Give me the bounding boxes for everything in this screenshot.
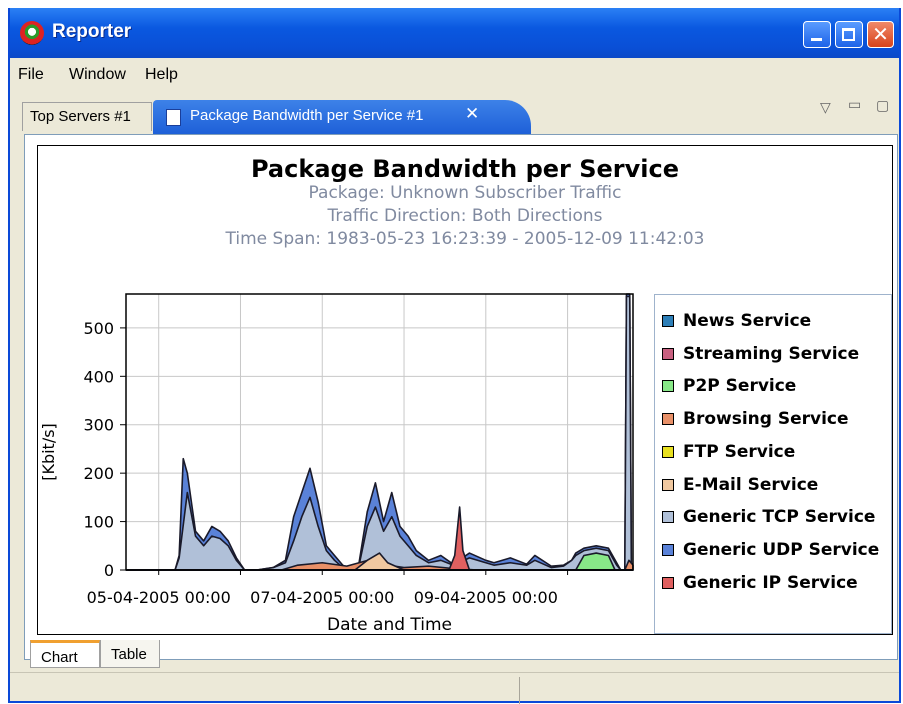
area-chart: 0 100 200 300 400 500 05-04-2005 00:00 07-04-20…: [39, 293, 634, 635]
close-window-button[interactable]: ✕: [867, 21, 894, 48]
tab-label: Chart: [41, 649, 78, 666]
maximize-view-icon[interactable]: ▢: [876, 98, 889, 114]
x-axis-label: Date and Time: [327, 615, 452, 635]
close-tab-icon[interactable]: ✕: [465, 104, 479, 124]
chart-legend: News Service Streaming Service P2P Service…: [654, 294, 892, 634]
legend-label: FTP Service: [683, 441, 796, 462]
maximize-button[interactable]: [835, 21, 863, 48]
legend-swatch: [662, 511, 674, 524]
y-tick-label: 400: [83, 367, 114, 386]
view-menu-icon[interactable]: ▽: [820, 100, 831, 116]
y-tick-label: 0: [104, 561, 114, 580]
editor-tab-row: Top Servers #1 Package Bandwidth per Ser…: [10, 92, 899, 134]
legend-swatch: [662, 347, 674, 360]
x-tick-label: 07-04-2005 00:00: [250, 588, 394, 607]
legend-swatch: [662, 380, 674, 393]
tab-label: Table: [111, 646, 147, 663]
maximize-icon: [836, 22, 862, 47]
y-tick-label: 200: [83, 464, 114, 483]
tab-label: Package Bandwidth per Service #1: [190, 107, 424, 124]
legend-label: P2P Service: [683, 376, 797, 397]
tab-top-servers[interactable]: Top Servers #1: [22, 102, 152, 131]
legend-swatch: [662, 413, 674, 426]
tab-chart[interactable]: Chart: [30, 640, 100, 668]
legend-label: E-Mail Service: [683, 474, 819, 495]
view-tabs: Chart Table: [24, 640, 898, 670]
title-bar[interactable]: Reporter ✕: [10, 8, 899, 58]
window-title: Reporter: [52, 21, 132, 42]
y-tick-label: 500: [83, 319, 114, 338]
y-axis-label: [Kbit/s]: [39, 423, 58, 481]
y-tick-label: 100: [83, 513, 114, 532]
minimize-icon: [804, 22, 830, 47]
tab-package-bandwidth[interactable]: Package Bandwidth per Service #1 ✕: [153, 100, 531, 134]
chart-panel: Package Bandwidth per Service Package: U…: [37, 145, 893, 635]
legend-label: Browsing Service: [683, 409, 849, 430]
menu-help[interactable]: Help: [145, 66, 178, 84]
editor-area: Package Bandwidth per Service Package: U…: [24, 134, 898, 660]
y-tick-label: 300: [83, 416, 114, 435]
tab-label: Top Servers #1: [30, 108, 131, 125]
close-icon: ✕: [872, 22, 889, 46]
legend-swatch: [662, 445, 674, 458]
minimize-button[interactable]: [803, 21, 831, 48]
menu-file[interactable]: File: [18, 66, 44, 84]
menu-window[interactable]: Window: [69, 66, 126, 84]
legend-swatch: [662, 576, 674, 589]
status-divider: [519, 677, 520, 704]
legend-swatch: [662, 543, 674, 556]
status-bar: [10, 672, 899, 704]
legend-label: Generic TCP Service: [683, 507, 876, 528]
legend-label: Generic IP Service: [683, 572, 858, 593]
app-logo-icon: [20, 21, 44, 45]
x-tick-label: 09-04-2005 00:00: [414, 588, 558, 607]
minimize-view-icon[interactable]: ▭: [848, 97, 861, 113]
document-icon: [166, 109, 181, 126]
legend-label: Streaming Service: [683, 343, 860, 364]
tab-table[interactable]: Table: [100, 640, 160, 668]
legend-label: Generic UDP Service: [683, 539, 880, 560]
app-window: Reporter ✕ File Window Help Top Servers …: [8, 8, 901, 704]
menu-bar: File Window Help: [10, 58, 899, 88]
x-tick-label: 05-04-2005 00:00: [87, 588, 231, 607]
legend-swatch: [662, 478, 674, 491]
legend-swatch: [662, 315, 674, 327]
legend-label: News Service: [683, 311, 812, 331]
